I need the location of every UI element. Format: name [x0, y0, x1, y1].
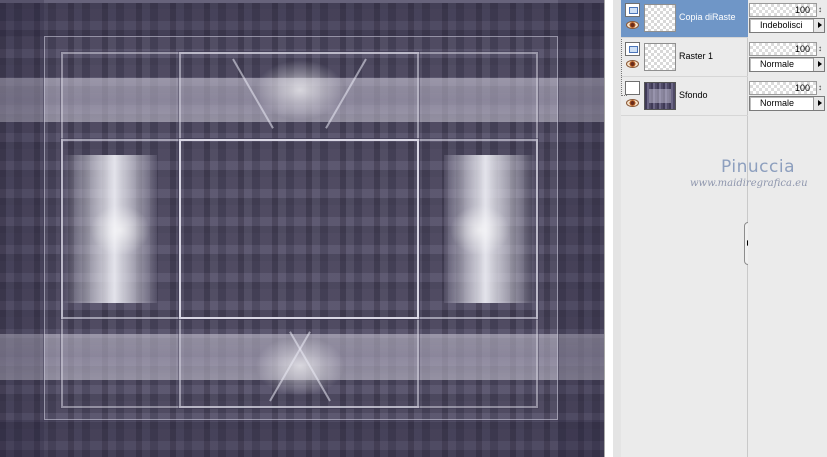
- opacity-value: 100: [794, 44, 810, 54]
- layer-list: Copia diRaste Raster 1 Sfondo: [621, 0, 753, 457]
- opacity-slider[interactable]: 100: [749, 3, 817, 17]
- frame-center: [179, 139, 419, 319]
- blend-mode-value: Normale: [760, 59, 795, 69]
- layer-properties: 100 ↕ Indebolisci 100 ↕ Normale 100 ↕ No…: [748, 0, 827, 457]
- layer-name: Raster 1: [679, 51, 714, 61]
- layer-name: Sfondo: [679, 90, 708, 100]
- layer-thumbnail: [644, 82, 676, 110]
- light-ray-left: [90, 205, 150, 255]
- spin-arrows-icon[interactable]: ↕: [818, 43, 827, 55]
- spin-arrows-icon[interactable]: ↕: [818, 4, 827, 16]
- blend-mode-select[interactable]: Normale: [749, 57, 825, 72]
- spin-arrows-icon[interactable]: ↕: [818, 82, 827, 94]
- opacity-value: 100: [794, 83, 810, 93]
- watermark-url: www.maidiregrafica.eu: [690, 178, 808, 189]
- layer-type-icon: [625, 81, 640, 95]
- blend-mode-value: Indebolisci: [760, 20, 803, 30]
- canvas-scroll-edge: [604, 0, 613, 457]
- right-dark-border: [558, 0, 604, 457]
- layer-type-icon: [625, 3, 640, 17]
- layer-row-copia[interactable]: Copia diRaste: [621, 0, 748, 38]
- image-canvas[interactable]: [0, 0, 604, 457]
- layers-palette: Copia diRaste Raster 1 Sfondo 100 ↕ Inde…: [613, 0, 827, 457]
- layer-name: Copia diRaste: [679, 12, 736, 22]
- layer-row-raster1[interactable]: Raster 1: [621, 39, 748, 77]
- blend-mode-select[interactable]: Normale: [749, 96, 825, 111]
- blend-mode-value: Normale: [760, 98, 795, 108]
- layer-props-sfondo: 100 ↕ Normale: [748, 80, 827, 118]
- layer-thumbnail: [644, 43, 676, 71]
- top-dark-border: [0, 0, 604, 36]
- opacity-slider[interactable]: 100: [749, 42, 817, 56]
- dropdown-arrow-icon[interactable]: [813, 97, 824, 110]
- light-ray-top: [255, 60, 345, 120]
- layer-thumbnail: [644, 4, 676, 32]
- layer-row-sfondo[interactable]: Sfondo: [621, 78, 748, 116]
- dropdown-arrow-icon[interactable]: [813, 58, 824, 71]
- opacity-slider[interactable]: 100: [749, 81, 817, 95]
- opacity-value: 100: [794, 5, 810, 15]
- left-dark-border: [0, 0, 44, 457]
- eye-icon[interactable]: [626, 60, 639, 68]
- dropdown-arrow-icon[interactable]: [813, 19, 824, 32]
- eye-icon[interactable]: [626, 99, 639, 107]
- layer-type-icon: [625, 42, 640, 56]
- bottom-dark-border: [0, 420, 604, 457]
- layer-props-copia: 100 ↕ Indebolisci: [748, 2, 827, 40]
- blend-mode-select[interactable]: Indebolisci: [749, 18, 825, 33]
- layer-props-raster1: 100 ↕ Normale: [748, 41, 827, 79]
- eye-icon[interactable]: [626, 21, 639, 29]
- light-ray-right: [450, 205, 510, 255]
- watermark-name: Pinuccia: [721, 157, 795, 177]
- app-window: Copia diRaste Raster 1 Sfondo 100 ↕ Inde…: [0, 0, 827, 457]
